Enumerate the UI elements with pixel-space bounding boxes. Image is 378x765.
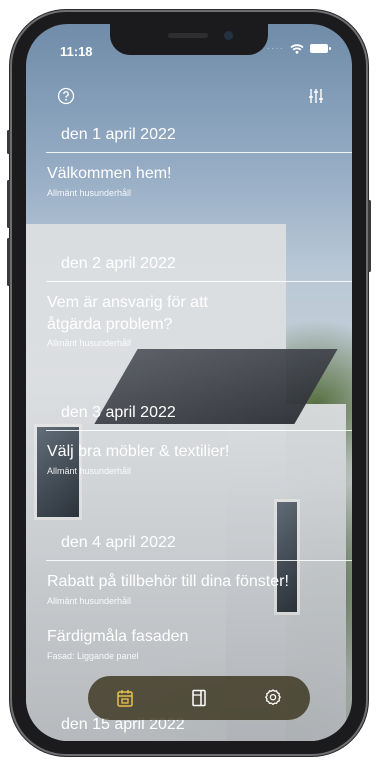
item-category: Fasad: Liggande panel bbox=[47, 651, 139, 661]
date-header: den 2 april 2022 bbox=[61, 255, 176, 272]
item-title: Färdigmåla fasaden bbox=[47, 628, 189, 645]
date-divider bbox=[46, 560, 352, 561]
volume-up-button bbox=[7, 180, 10, 228]
item-category: Allmänt husunderhåll bbox=[47, 596, 132, 606]
date-header: den 3 april 2022 bbox=[61, 404, 176, 421]
item-category: Allmänt husunderhåll bbox=[47, 466, 132, 476]
item-category: Allmänt husunderhåll bbox=[47, 338, 132, 348]
volume-down-button bbox=[7, 238, 10, 286]
item-category: Allmänt husunderhåll bbox=[47, 188, 132, 198]
date-divider bbox=[46, 281, 352, 282]
item-title-line2: åtgärda problem? bbox=[47, 316, 173, 333]
item-title-line1: Vem är ansvarig för att bbox=[47, 294, 208, 311]
item-title: Rabatt på tillbehör till dina fönster! bbox=[47, 573, 289, 590]
tab-calendar[interactable] bbox=[111, 684, 139, 712]
settings-icon bbox=[265, 689, 281, 706]
date-header: den 1 april 2022 bbox=[61, 126, 176, 143]
tab-notebook[interactable] bbox=[185, 684, 213, 712]
notebook-icon bbox=[192, 689, 206, 707]
date-divider bbox=[46, 430, 352, 431]
timeline-list: den 1 april 2022 Välkommen hem! Allmänt … bbox=[26, 24, 352, 741]
bottom-tab-bar bbox=[88, 676, 310, 720]
item-title: Välj bra möbler & textilier! bbox=[47, 443, 230, 460]
calendar-icon bbox=[117, 690, 133, 707]
tab-settings[interactable] bbox=[259, 684, 287, 712]
app-screen: 11:18 ···· den 1 april 2022 Välkommen he… bbox=[26, 24, 352, 741]
item-title: Välkommen hem! bbox=[47, 165, 172, 182]
date-header: den 4 april 2022 bbox=[61, 534, 176, 551]
date-divider bbox=[46, 152, 352, 153]
mute-switch bbox=[7, 130, 10, 154]
power-button bbox=[368, 200, 371, 272]
